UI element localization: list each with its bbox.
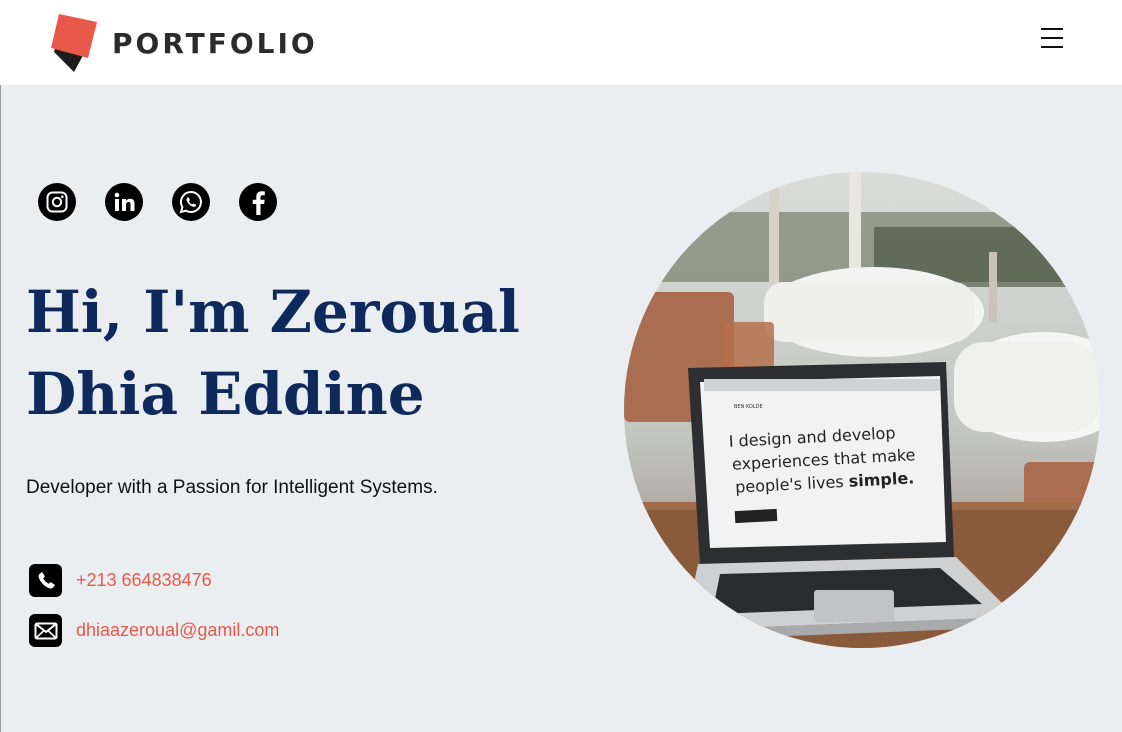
screen-line-3b: simple. xyxy=(848,468,914,490)
whatsapp-icon[interactable] xyxy=(172,183,210,221)
social-links xyxy=(38,183,306,221)
heading-line-1: Hi, I'm Zeroual xyxy=(26,278,520,346)
screen-brand-text: BEN KOLDE xyxy=(734,404,763,410)
hero-heading: Hi, I'm Zeroual Dhia Eddine xyxy=(26,271,546,435)
email-link[interactable]: dhiaazeroual@gamil.com xyxy=(76,620,279,641)
hamburger-menu-icon[interactable] xyxy=(1040,28,1064,50)
logo[interactable]: PORTFOLIO xyxy=(50,12,318,74)
facebook-icon[interactable] xyxy=(239,183,277,221)
hero-section: Hi, I'm Zeroual Dhia Eddine Developer wi… xyxy=(1,85,1122,732)
hero-tagline: Developer with a Passion for Intelligent… xyxy=(26,477,438,498)
brand-name: PORTFOLIO xyxy=(112,26,318,60)
hero-photo: BEN KOLDE I design and develop experienc… xyxy=(624,172,1100,648)
contact-email: dhiaazeroual@gamil.com xyxy=(29,614,279,647)
site-header: PORTFOLIO xyxy=(0,0,1122,85)
contact-phone: +213 664838476 xyxy=(29,564,212,597)
linkedin-icon[interactable] xyxy=(105,183,143,221)
envelope-icon xyxy=(29,614,62,647)
phone-link[interactable]: +213 664838476 xyxy=(76,570,212,591)
logo-mark-icon xyxy=(50,12,102,74)
heading-line-2: Dhia Eddine xyxy=(26,360,425,428)
phone-icon xyxy=(29,564,62,597)
instagram-icon[interactable] xyxy=(38,183,76,221)
